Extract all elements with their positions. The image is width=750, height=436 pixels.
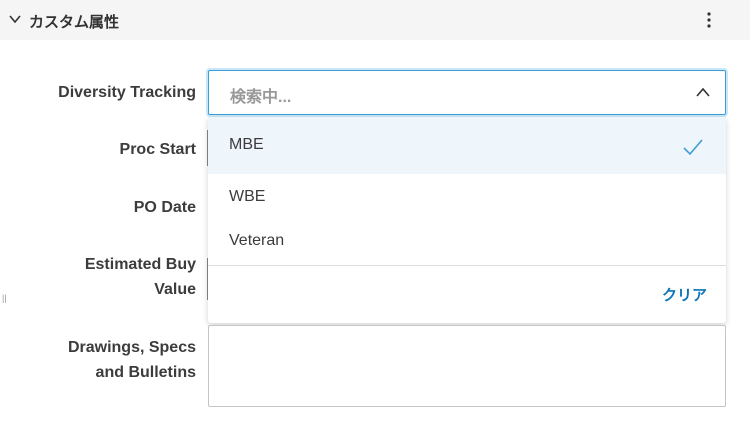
option-veteran[interactable]: Veteran	[208, 219, 726, 264]
chevron-up-icon[interactable]	[695, 85, 711, 99]
search-placeholder[interactable]: 検索中...	[230, 83, 291, 107]
field-label-drawings-specs: Drawings, Specs and Bulletins	[68, 335, 196, 385]
option-label: WBE	[229, 188, 266, 205]
dropdown-menu: MBE WBE Veteran クリア	[208, 117, 726, 323]
label-line: Drawings, Specs	[67, 339, 196, 356]
field-label-diversity-tracking: Diversity Tracking	[58, 84, 196, 101]
field-label-po-date: PO Date	[133, 199, 196, 216]
resize-handle[interactable]: ||	[2, 293, 7, 303]
option-wbe[interactable]: WBE	[208, 174, 726, 219]
clear-button[interactable]: クリア	[662, 284, 707, 305]
option-label: MBE	[229, 136, 264, 153]
option-label: Veteran	[229, 232, 285, 249]
field-label-proc-start: Proc Start	[119, 141, 196, 158]
section-header[interactable]: カスタム属性	[0, 0, 750, 40]
divider	[208, 265, 726, 266]
option-mbe[interactable]: MBE	[208, 117, 726, 174]
section-title: カスタム属性	[29, 14, 120, 31]
field-label-estimated-buy-value: Estimated Buy Value	[85, 252, 196, 302]
diversity-tracking-select[interactable]: 検索中...	[208, 70, 726, 115]
drawings-specs-textarea[interactable]	[208, 325, 726, 407]
more-options-icon[interactable]	[702, 10, 716, 30]
label-line: and Bulletins	[95, 364, 196, 381]
label-line: Estimated Buy	[84, 256, 196, 273]
check-icon	[683, 139, 703, 156]
chevron-down-icon[interactable]	[8, 12, 22, 26]
label-line: Value	[154, 281, 196, 298]
